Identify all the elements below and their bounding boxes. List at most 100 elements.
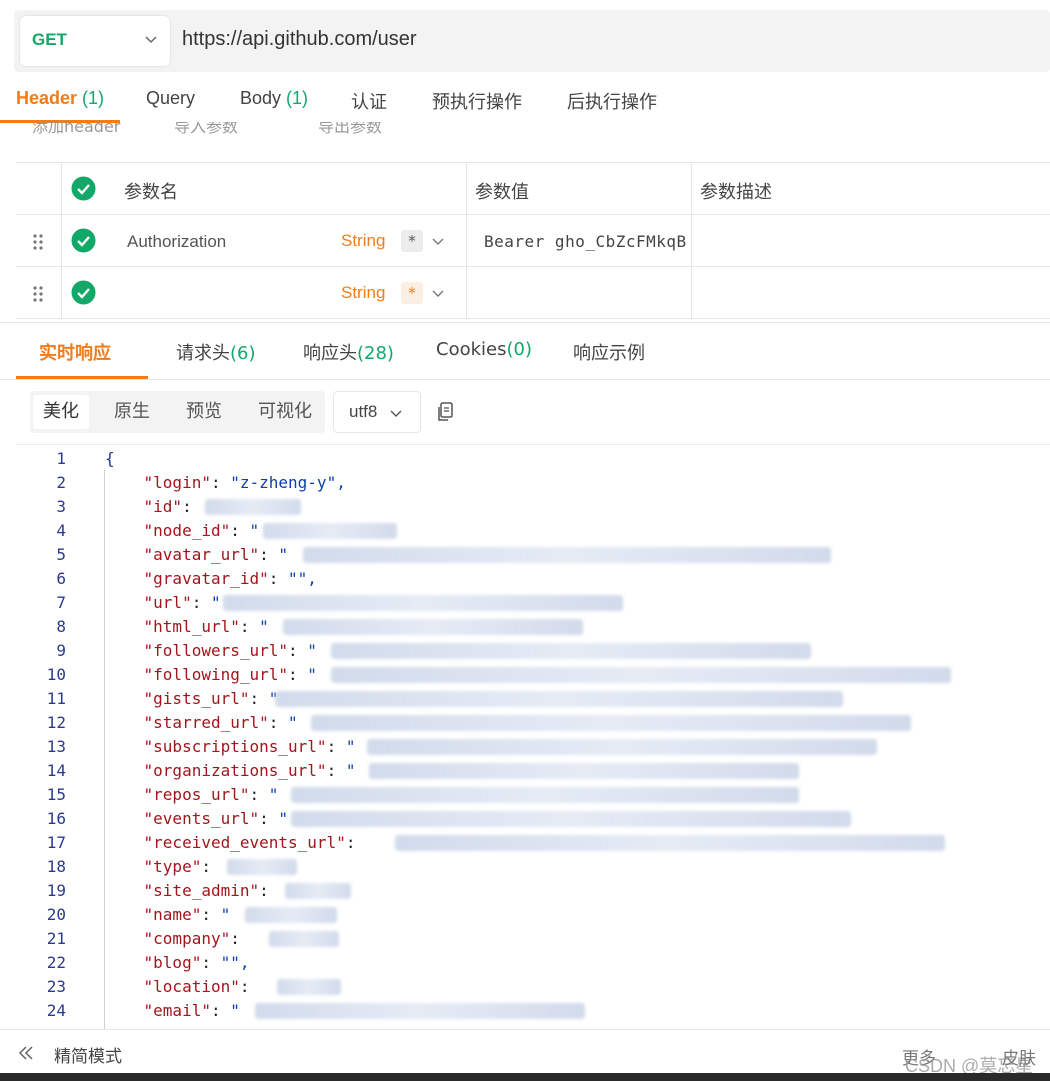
method-select[interactable]: GET — [20, 16, 170, 66]
url-input[interactable]: https://api.github.com/user — [182, 28, 417, 51]
drag-handle-icon[interactable] — [32, 233, 44, 251]
json-key: "following_url" — [143, 665, 289, 684]
response-body-editor[interactable]: 1{2 "login": "z-zheng-y", 3 "id": 4 "node… — [16, 444, 1050, 1029]
code-line: 10 "following_url": " — [16, 663, 1050, 687]
json-value: " — [307, 665, 317, 684]
code-text: "starred_url": " — [105, 711, 298, 735]
export-params-button[interactable]: 导出参数 — [318, 122, 382, 137]
copy-icon[interactable] — [436, 402, 454, 422]
view-preview-button[interactable]: 预览 — [176, 395, 232, 429]
code-text: "id": — [105, 495, 201, 519]
redacted-value-blur — [227, 859, 297, 875]
json-value: "z-zheng-y", — [230, 473, 346, 492]
view-raw-button[interactable]: 原生 — [104, 395, 160, 429]
line-number: 15 — [46, 785, 66, 804]
tab-response-headers[interactable]: 响应头(28) — [303, 339, 394, 365]
view-pretty-button[interactable]: 美化 — [33, 395, 89, 429]
param-type-select[interactable]: String — [341, 283, 385, 303]
column-header-name: 参数名 — [124, 182, 178, 203]
tab-pre-request[interactable]: 预执行操作 — [432, 88, 522, 114]
json-key: "name" — [143, 905, 202, 924]
json-key: "received_events_url" — [143, 833, 346, 852]
json-key: "gists_url" — [143, 689, 250, 708]
header-actions: 添加header 导入参数 导出参数 — [0, 122, 1050, 140]
tab-count: (1) — [286, 88, 309, 108]
tab-cookies[interactable]: Cookies(0) — [436, 339, 532, 360]
redacted-value-blur — [269, 931, 339, 947]
tab-response-examples[interactable]: 响应示例 — [573, 339, 645, 365]
line-number: 19 — [46, 881, 66, 900]
code-line: 15 "repos_url": " — [16, 783, 1050, 807]
tab-label: Header — [16, 88, 78, 108]
tab-query[interactable]: Query — [146, 88, 195, 109]
json-key: "email" — [143, 1001, 211, 1020]
line-number: 6 — [56, 569, 66, 588]
json-colon: : — [239, 617, 260, 636]
code-text: "following_url": " — [105, 663, 317, 687]
tab-header[interactable]: Header (1) — [16, 88, 104, 109]
json-key: "organizations_url" — [143, 761, 327, 780]
code-text: "location": — [105, 975, 259, 999]
tab-body[interactable]: Body (1) — [240, 88, 308, 109]
param-type-select[interactable]: String — [341, 231, 385, 251]
redacted-value-blur — [205, 499, 301, 515]
tab-request-headers[interactable]: 请求头(6) — [176, 339, 256, 365]
json-key: "site_admin" — [143, 881, 260, 900]
code-text: "followers_url": " — [105, 639, 317, 663]
code-text: "gravatar_id": "", — [105, 567, 317, 591]
tab-label: Cookies — [436, 339, 507, 360]
tab-label: 响应示例 — [573, 343, 645, 364]
redacted-value-blur — [331, 643, 811, 659]
required-toggle[interactable]: * — [401, 282, 423, 304]
tab-auth[interactable]: 认证 — [351, 88, 387, 114]
json-key: "company" — [143, 929, 231, 948]
table-row: Authorization String * Bearer gho_CbZcFM… — [16, 215, 1050, 267]
skin-button[interactable]: 皮肤 — [1002, 1044, 1036, 1069]
redacted-value-blur — [223, 595, 623, 611]
tab-post-request[interactable]: 后执行操作 — [567, 88, 657, 114]
code-line: 17 "received_events_url": — [16, 831, 1050, 855]
line-number: 21 — [46, 929, 66, 948]
code-line: 4 "node_id": " — [16, 519, 1050, 543]
line-number: 1 — [56, 449, 66, 468]
code-text: "url": " — [105, 591, 221, 615]
column-header-value: 参数值 — [475, 182, 529, 203]
json-colon: : — [288, 665, 308, 684]
chevron-down-icon[interactable] — [432, 235, 444, 247]
view-visualize-button[interactable]: 可视化 — [248, 395, 322, 429]
line-number: 7 — [56, 593, 66, 612]
code-line: 12 "starred_url": " — [16, 711, 1050, 735]
add-header-button[interactable]: 添加header — [32, 122, 120, 137]
json-key: "starred_url" — [143, 713, 269, 732]
select-all-check-icon[interactable] — [71, 176, 96, 201]
row-enabled-check-icon[interactable] — [71, 280, 96, 305]
code-line: 7 "url": " — [16, 591, 1050, 615]
required-toggle[interactable]: * — [401, 230, 423, 252]
tab-live-response[interactable]: 实时响应 — [39, 339, 111, 365]
simple-mode-toggle[interactable]: 精简模式 — [54, 1042, 122, 1067]
redacted-value-blur — [245, 907, 337, 923]
row-enabled-check-icon[interactable] — [71, 228, 96, 253]
json-colon: : — [201, 857, 221, 876]
json-value: " — [278, 545, 289, 564]
json-colon: : — [210, 473, 231, 492]
drag-handle-icon[interactable] — [32, 285, 44, 303]
code-text: "login": "z-zheng-y", — [105, 471, 346, 495]
json-value: " — [210, 593, 221, 612]
code-line: 13 "subscriptions_url": " — [16, 735, 1050, 759]
param-value-input[interactable]: Bearer gho_CbZcFMkqB — [484, 232, 687, 251]
chevron-down-icon[interactable] — [432, 287, 444, 299]
json-value: " — [230, 1001, 240, 1020]
tab-count: (1) — [82, 88, 105, 108]
line-number: 12 — [46, 713, 66, 732]
method-label: GET — [32, 30, 67, 49]
import-params-button[interactable]: 导入参数 — [174, 122, 238, 137]
double-chevron-left-icon[interactable] — [18, 1046, 34, 1060]
line-number: 14 — [46, 761, 66, 780]
redacted-value-blur — [395, 835, 945, 851]
response-tabs: 实时响应 请求头(6) 响应头(28) Cookies(0) 响应示例 — [0, 322, 1050, 380]
json-key: "node_id" — [143, 521, 231, 540]
param-name-input[interactable]: Authorization — [127, 232, 226, 252]
encoding-select[interactable]: utf8 — [333, 391, 421, 433]
json-brace: { — [105, 449, 115, 468]
